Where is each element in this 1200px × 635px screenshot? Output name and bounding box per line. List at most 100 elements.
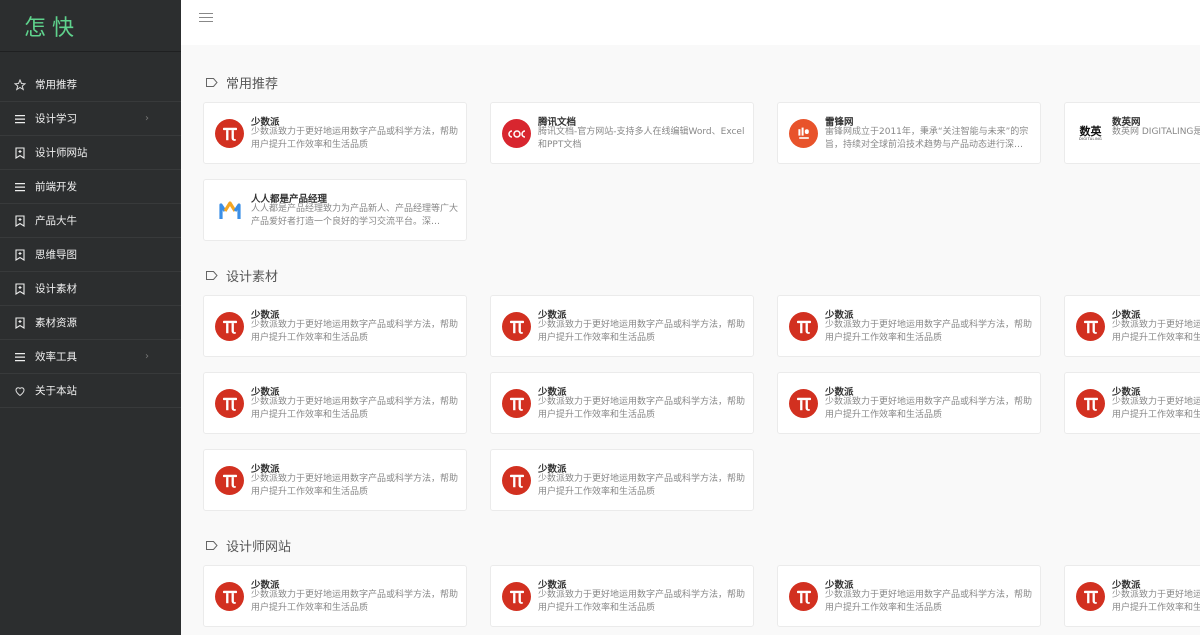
site-card[interactable]: 少数派少数派致力于更好地运用数字产品或科学方法，帮助用户提升工作效率和生活品质 <box>203 449 467 511</box>
sidebar-item-1[interactable]: 设计学习 › <box>0 102 181 136</box>
site-card-description: 少数派致力于更好地运用数字产品或科学方法，帮助用户提升工作效率和生活品质 <box>1112 590 1200 613</box>
site-card[interactable]: 少数派少数派致力于更好地运用数字产品或科学方法，帮助用户提升工作效率和生活品质 <box>490 295 754 357</box>
sidebar-item-label: 设计师网站 <box>35 147 88 159</box>
bookmark-icon <box>13 248 26 261</box>
woshipm-logo-icon <box>215 196 244 225</box>
sidebar-item-4[interactable]: 产品大牛 <box>0 204 181 238</box>
sspai-logo-icon <box>1076 312 1105 341</box>
site-card-description: 少数派致力于更好地运用数字产品或科学方法，帮助用户提升工作效率和生活品质 <box>538 397 746 420</box>
section-title: 常用推荐 <box>226 77 279 92</box>
main-content: 常用推荐少数派 少数派致力于更好地运用数字产品或科学方法，帮助用户提升工作效率和生… <box>181 45 1200 635</box>
sidebar-item-label: 产品大牛 <box>35 215 77 227</box>
sidebar-nav: 常用推荐设计学习 › 设计师网站前端开发产品大牛思维导图设计素材素材资源效率工具 › 关… <box>0 52 181 408</box>
sspai-logo-icon <box>215 466 244 495</box>
site-card-description: 少数派致力于更好地运用数字产品或科学方法，帮助用户提升工作效率和生活品质 <box>1112 397 1200 420</box>
sidebar-item-label: 思维导图 <box>35 249 77 261</box>
section-header: 设计师网站 <box>205 536 291 555</box>
tag-icon <box>205 536 218 555</box>
site-card[interactable]: 少数派少数派致力于更好地运用数字产品或科学方法，帮助用户提升工作效率和生活品质 <box>777 295 1041 357</box>
sidebar-item-label: 设计素材 <box>35 283 77 295</box>
sidebar: 怎快 常用推荐设计学习 › 设计师网站前端开发产品大牛思维导图设计素材素材资源效率工… <box>0 0 181 635</box>
section-title: 设计师网站 <box>226 540 292 555</box>
site-card-description: 数英网 DIGITALING是聘社交平台,内容涵盖 <box>1112 127 1200 137</box>
sidebar-item-label: 关于本站 <box>35 385 77 397</box>
section-header: 常用推荐 <box>205 73 278 92</box>
leiphone-logo-icon <box>789 119 818 148</box>
site-card[interactable]: 少数派少数派致力于更好地运用数字产品或科学方法，帮助用户提升工作效率和生活品质 <box>203 102 467 164</box>
site-card[interactable]: 少数派少数派致力于更好地运用数字产品或科学方法，帮助用户提升工作效率和生活品质 <box>1064 372 1200 434</box>
site-card-description: 少数派致力于更好地运用数字产品或科学方法，帮助用户提升工作效率和生活品质 <box>538 474 746 497</box>
site-card-description: 腾讯文档-官方网站-支持多人在线编辑Word、Excel和PPT文档 <box>538 127 745 150</box>
sidebar-item-8[interactable]: 效率工具 › <box>0 340 181 374</box>
site-card[interactable]: 少数派少数派致力于更好地运用数字产品或科学方法，帮助用户提升工作效率和生活品质 <box>490 565 754 627</box>
site-card-description: 人人都是产品经理致力为产品新人、产品经理等广大产品爱好者打造一个良好的学习交流平… <box>251 204 459 227</box>
site-card-description: 少数派致力于更好地运用数字产品或科学方法，帮助用户提升工作效率和生活品质 <box>1112 320 1200 343</box>
site-card[interactable]: 少数派少数派致力于更好地运用数字产品或科学方法，帮助用户提升工作效率和生活品质 <box>777 565 1041 627</box>
chevron-right-icon: › <box>145 351 149 362</box>
site-logo[interactable]: 怎快 <box>0 0 181 52</box>
sidebar-item-9[interactable]: 关于本站 <box>0 374 181 408</box>
sidebar-item-label: 设计学习 <box>35 113 77 125</box>
site-card-description: 少数派致力于更好地运用数字产品或科学方法，帮助用户提升工作效率和生活品质 <box>825 320 1033 343</box>
site-card[interactable]: 人人都是产品经理 人人都是产品经理致力为产品新人、产品经理等广大产品爱好者打造一个… <box>203 179 467 241</box>
bookmark-icon <box>13 316 26 329</box>
site-card-description: 少数派致力于更好地运用数字产品或科学方法，帮助用户提升工作效率和生活品质 <box>251 320 459 343</box>
sspai-logo-icon <box>789 389 818 418</box>
site-card[interactable]: 少数派少数派致力于更好地运用数字产品或科学方法，帮助用户提升工作效率和生活品质 <box>490 372 754 434</box>
tag-icon <box>205 266 218 285</box>
site-card[interactable]: 数英DIGITALING数英网数英网 DIGITALING是聘社交平台,内容涵盖 <box>1064 102 1200 164</box>
site-card[interactable]: 雷锋网 雷锋网成立于2011年，秉承“关注智能与未来”的宗旨，持续对全球前沿技术趋… <box>777 102 1041 164</box>
site-card[interactable]: 少数派少数派致力于更好地运用数字产品或科学方法，帮助用户提升工作效率和生活品质 <box>777 372 1041 434</box>
sidebar-item-5[interactable]: 思维导图 <box>0 238 181 272</box>
sspai-logo-icon <box>215 582 244 611</box>
sspai-logo-icon <box>215 119 244 148</box>
site-card[interactable]: 少数派少数派致力于更好地运用数字产品或科学方法，帮助用户提升工作效率和生活品质 <box>203 565 467 627</box>
sspai-logo-icon <box>1076 389 1105 418</box>
sspai-logo-icon <box>502 389 531 418</box>
tencent-docs-logo-icon <box>502 119 531 148</box>
sidebar-item-label: 效率工具 <box>35 351 77 363</box>
site-card[interactable]: 少数派少数派致力于更好地运用数字产品或科学方法，帮助用户提升工作效率和生活品质 <box>203 372 467 434</box>
sidebar-item-7[interactable]: 素材资源 <box>0 306 181 340</box>
heart-icon <box>13 384 26 397</box>
tag-icon <box>205 73 218 92</box>
sidebar-item-label: 常用推荐 <box>35 79 77 91</box>
sspai-logo-icon <box>789 312 818 341</box>
sidebar-item-3[interactable]: 前端开发 <box>0 170 181 204</box>
section-title: 设计素材 <box>226 270 279 285</box>
sspai-logo-icon <box>502 466 531 495</box>
site-card-description: 少数派致力于更好地运用数字产品或科学方法，帮助用户提升工作效率和生活品质 <box>825 590 1033 613</box>
site-card-description: 少数派致力于更好地运用数字产品或科学方法，帮助用户提升工作效率和生活品质 <box>825 397 1033 420</box>
sspai-logo-icon <box>789 582 818 611</box>
section-header: 设计素材 <box>205 266 278 285</box>
sidebar-item-label: 素材资源 <box>35 317 77 329</box>
sspai-logo-icon <box>502 312 531 341</box>
sspai-logo-icon <box>215 389 244 418</box>
site-card[interactable]: 少数派少数派致力于更好地运用数字产品或科学方法，帮助用户提升工作效率和生活品质 <box>203 295 467 357</box>
menu-toggle-icon[interactable] <box>199 10 213 24</box>
sidebar-item-0[interactable]: 常用推荐 <box>0 68 181 102</box>
site-card-description: 少数派致力于更好地运用数字产品或科学方法，帮助用户提升工作效率和生活品质 <box>251 397 459 420</box>
sidebar-item-label: 前端开发 <box>35 181 77 193</box>
site-card-description: 少数派致力于更好地运用数字产品或科学方法，帮助用户提升工作效率和生活品质 <box>538 320 746 343</box>
site-card[interactable]: 少数派少数派致力于更好地运用数字产品或科学方法，帮助用户提升工作效率和生活品质 <box>1064 565 1200 627</box>
chevron-right-icon: › <box>145 113 149 124</box>
topbar <box>181 0 1200 45</box>
list-icon <box>13 180 26 193</box>
bookmark-icon <box>13 282 26 295</box>
site-card-description: 少数派致力于更好地运用数字产品或科学方法，帮助用户提升工作效率和生活品质 <box>251 590 459 613</box>
site-card[interactable]: 腾讯文档 腾讯文档-官方网站-支持多人在线编辑Word、Excel和PPT文档 <box>490 102 754 164</box>
site-card-description: 少数派致力于更好地运用数字产品或科学方法，帮助用户提升工作效率和生活品质 <box>538 590 746 613</box>
sspai-logo-icon <box>215 312 244 341</box>
site-card-description: 少数派致力于更好地运用数字产品或科学方法，帮助用户提升工作效率和生活品质 <box>251 127 459 150</box>
sidebar-item-2[interactable]: 设计师网站 <box>0 136 181 170</box>
sidebar-item-6[interactable]: 设计素材 <box>0 272 181 306</box>
sspai-logo-icon <box>1076 582 1105 611</box>
site-card[interactable]: 少数派少数派致力于更好地运用数字产品或科学方法，帮助用户提升工作效率和生活品质 <box>1064 295 1200 357</box>
digitaling-logo-icon: 数英 DIGITALING <box>1076 119 1105 148</box>
site-card-description: 雷锋网成立于2011年，秉承“关注智能与未来”的宗旨，持续对全球前沿技术趋势与产… <box>825 127 1029 150</box>
bookmark-icon <box>13 214 26 227</box>
star-icon <box>13 78 26 91</box>
site-card[interactable]: 少数派少数派致力于更好地运用数字产品或科学方法，帮助用户提升工作效率和生活品质 <box>490 449 754 511</box>
sspai-logo-icon <box>502 582 531 611</box>
